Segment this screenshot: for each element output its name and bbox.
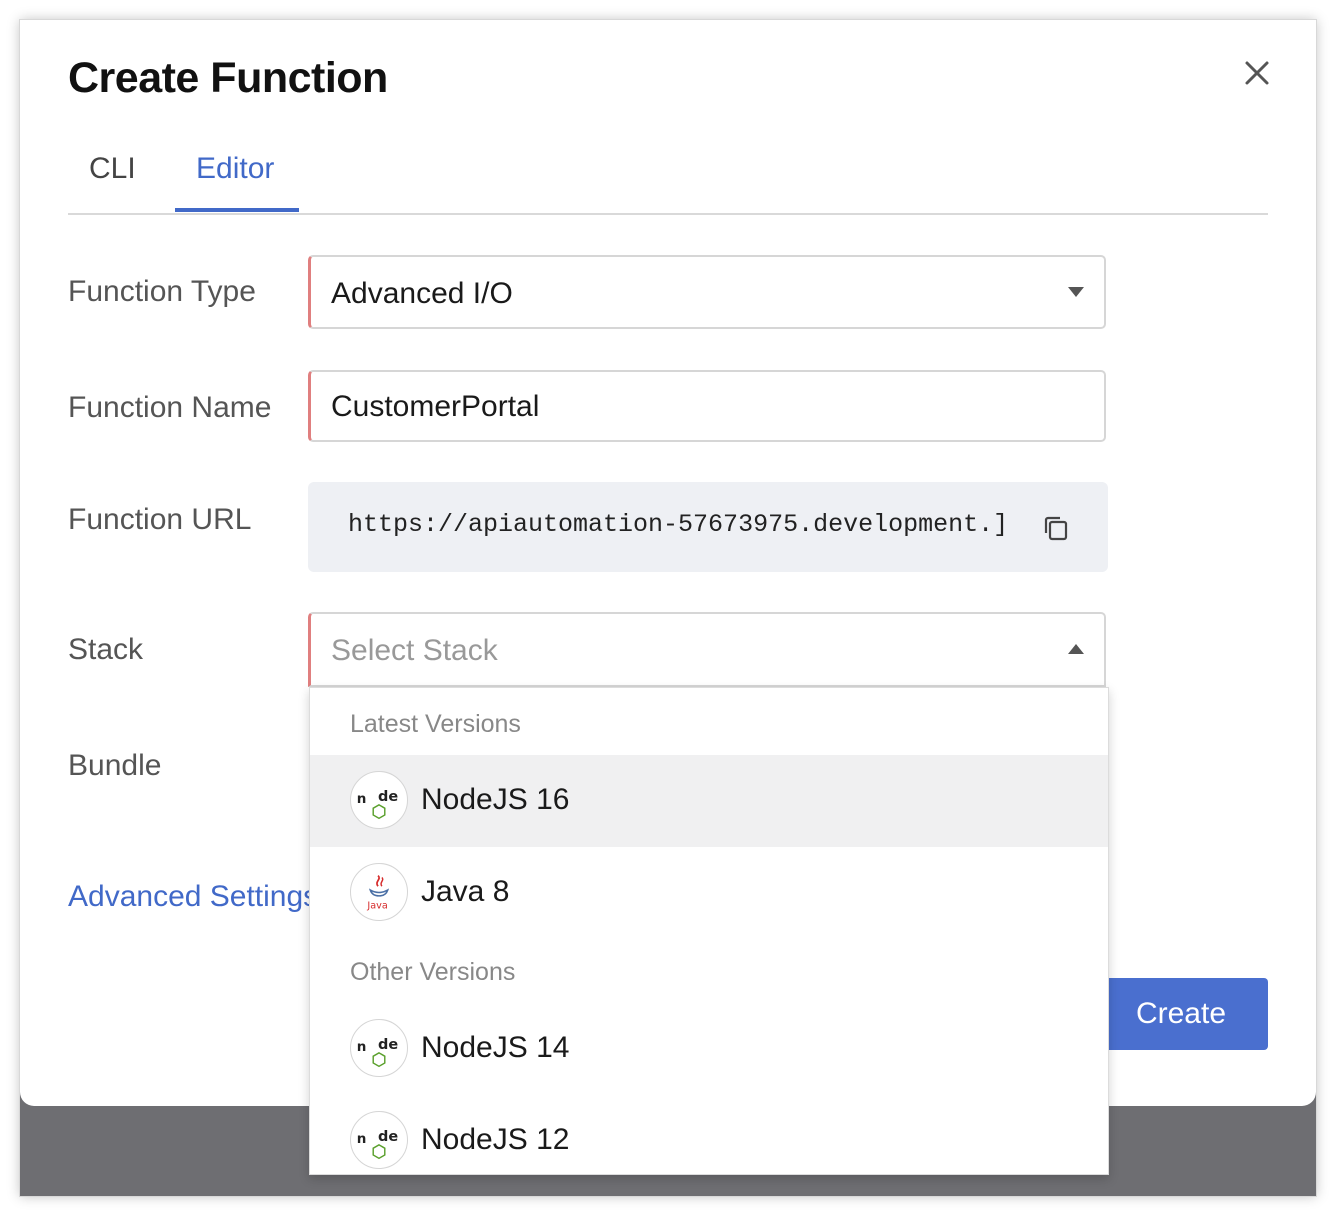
tab-bar: CLI Editor [68, 148, 1268, 215]
stack-option-nodejs-12[interactable]: n de NodeJS 12 [310, 1095, 1108, 1174]
tab-cli[interactable]: CLI [89, 152, 136, 186]
function-url-label: Function URL [68, 503, 252, 536]
stack-placeholder: Select Stack [331, 634, 498, 667]
close-icon[interactable] [1242, 58, 1272, 88]
nodejs-icon: n de [350, 771, 408, 829]
chevron-up-icon [1068, 644, 1084, 654]
stack-option-label: NodeJS 16 [421, 783, 570, 816]
stack-option-nodejs-16[interactable]: n de NodeJS 16 [310, 755, 1108, 847]
stack-option-label: NodeJS 12 [421, 1123, 570, 1156]
nodejs-icon: n de [350, 1111, 408, 1169]
stack-option-nodejs-14[interactable]: n de NodeJS 14 [310, 1003, 1108, 1095]
svg-text:n: n [357, 1039, 367, 1055]
screen: Create Function CLI Editor Function Type… [0, 0, 1336, 1216]
stack-option-java-8[interactable]: Java Java 8 [310, 847, 1108, 939]
function-name-label: Function Name [68, 391, 272, 424]
tab-editor[interactable]: Editor [196, 152, 274, 186]
function-type-value: Advanced I/O [331, 277, 513, 310]
svg-text:n: n [357, 1131, 367, 1147]
svg-text:Java: Java [366, 900, 387, 911]
bundle-label: Bundle [68, 749, 162, 782]
nodejs-icon: n de [350, 1019, 408, 1077]
function-url-value: https://apiautomation-57673975.developme… [348, 510, 1009, 539]
advanced-settings-link[interactable]: Advanced Settings [68, 880, 318, 914]
copy-icon[interactable] [1042, 514, 1070, 542]
java-icon: Java [350, 863, 408, 921]
function-name-value: CustomerPortal [331, 390, 540, 423]
function-url-field: https://apiautomation-57673975.developme… [308, 482, 1108, 572]
group-label-other: Other Versions [350, 958, 516, 986]
chevron-down-icon [1068, 287, 1084, 297]
function-type-select[interactable]: Advanced I/O [308, 255, 1106, 329]
dialog-title: Create Function [68, 54, 388, 102]
stack-dropdown-menu: Latest Versions n de NodeJS 16 Java Java… [309, 687, 1109, 1175]
stack-option-label: Java 8 [421, 875, 510, 908]
stack-option-label: NodeJS 14 [421, 1031, 570, 1064]
group-label-latest: Latest Versions [350, 710, 521, 738]
svg-text:n: n [357, 791, 367, 807]
function-type-label: Function Type [68, 275, 256, 308]
svg-text:de: de [378, 1129, 398, 1145]
svg-text:de: de [378, 789, 398, 805]
function-name-input[interactable]: CustomerPortal [308, 370, 1106, 442]
stack-label: Stack [68, 633, 144, 666]
active-tab-indicator [175, 208, 299, 212]
stack-select[interactable]: Select Stack [308, 612, 1106, 687]
svg-text:de: de [378, 1037, 398, 1053]
